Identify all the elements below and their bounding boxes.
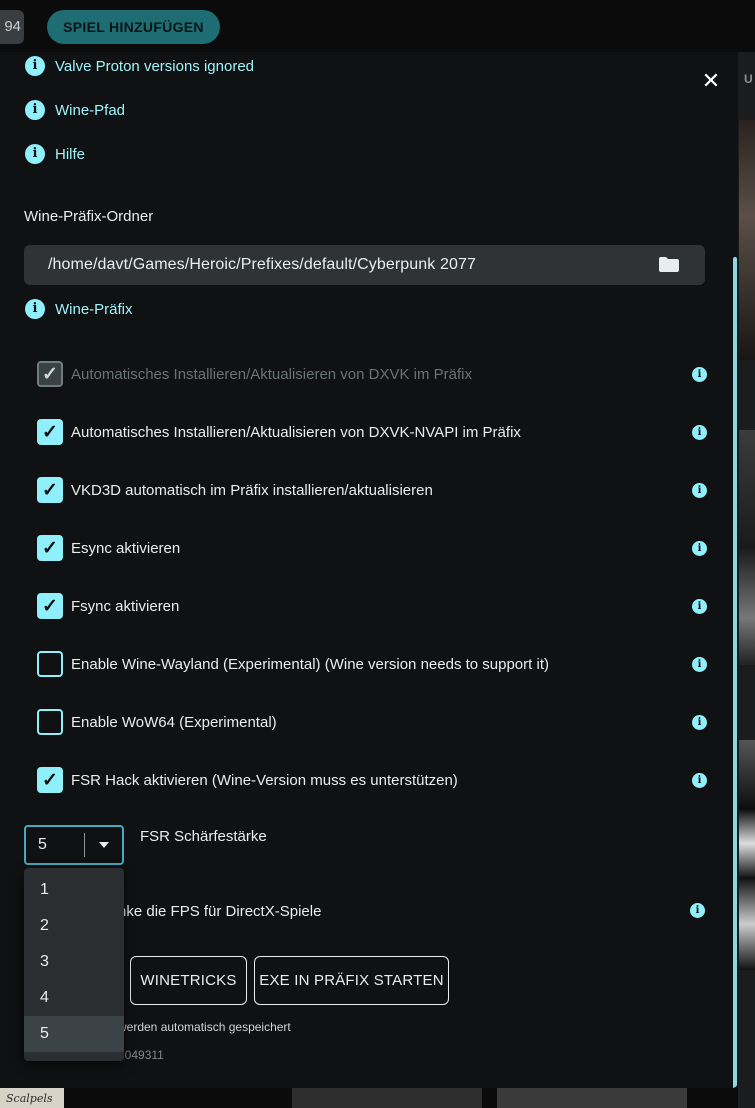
info-icon: i (25, 56, 45, 76)
chevron-down-icon[interactable] (99, 842, 109, 848)
info-link-wine-prefix[interactable]: i Wine-Präfix (25, 298, 133, 320)
checkbox[interactable]: ✓ (37, 477, 63, 503)
checkmark-icon: ✓ (42, 769, 58, 791)
checkbox-label: Automatisches Installieren/Aktualisieren… (71, 365, 473, 383)
checkbox-label: Enable Wine-Wayland (Experimental) (Wine… (71, 655, 549, 673)
info-link-proton-ignored[interactable]: i Valve Proton versions ignored (25, 55, 254, 77)
checkbox[interactable] (37, 651, 63, 677)
fsr-sharpness-dropdown-menu: 1 2 3 4 5 (24, 868, 124, 1061)
game-cover-image[interactable] (292, 1088, 482, 1108)
checkbox[interactable]: ✓ (37, 361, 63, 387)
cover-title: Scalpels (6, 1092, 53, 1105)
game-cover-image[interactable] (497, 1088, 687, 1108)
checkmark-icon: ✓ (42, 421, 58, 443)
checkbox-label: Esync aktivieren (71, 539, 181, 557)
info-icon: i (25, 100, 45, 120)
info-icon[interactable]: i (692, 424, 707, 440)
info-icon[interactable]: i (690, 903, 705, 918)
version-text: 3049311 (118, 1048, 164, 1062)
info-icon[interactable]: i (692, 540, 707, 556)
checkbox-row-dxvk-nvapi[interactable]: ✓ Automatisches Installieren/Aktualisier… (37, 419, 707, 445)
right-edge-label: U (744, 72, 753, 86)
info-icon[interactable]: i (692, 598, 707, 614)
checkbox-label: Fsync aktivieren (71, 597, 180, 615)
info-icon[interactable]: i (692, 656, 707, 672)
checkbox[interactable]: ✓ (37, 419, 63, 445)
checkbox-row-fsync[interactable]: ✓ Fsync aktivieren i (37, 593, 707, 619)
select-value: 5 (38, 836, 47, 853)
prefix-folder-label: Wine-Präfix-Ordner (24, 208, 154, 225)
info-icon[interactable]: i (692, 772, 707, 788)
winetricks-button[interactable]: WINETRICKS (130, 956, 247, 1005)
checkmark-icon: ✓ (42, 537, 58, 559)
info-icon[interactable]: i (692, 482, 707, 498)
folder-icon[interactable] (659, 257, 679, 272)
add-game-button[interactable]: SPIEL HINZUFÜGEN (47, 10, 220, 44)
checkbox-label: Enable WoW64 (Experimental) (71, 713, 277, 731)
info-link-label: Valve Proton versions ignored (55, 57, 254, 75)
game-cover-image[interactable] (739, 120, 755, 360)
checkbox[interactable]: ✓ (37, 535, 63, 561)
checkbox-row-wine-wayland[interactable]: Enable Wine-Wayland (Experimental) (Wine… (37, 651, 707, 677)
checkbox[interactable]: ✓ (37, 593, 63, 619)
checkbox-row-fsr-hack[interactable]: ✓ FSR Hack aktivieren (Wine-Version muss… (37, 767, 707, 793)
dropdown-option[interactable]: 2 (24, 908, 124, 944)
checkbox-label: Automatisches Installieren/Aktualisieren… (71, 423, 521, 441)
fsr-sharpness-label: FSR Schärfestärke (140, 828, 267, 845)
prefix-path-field[interactable]: /home/davt/Games/Heroic/Prefixes/default… (24, 245, 705, 285)
info-icon: i (25, 144, 45, 164)
limit-fps-label: nke die FPS für DirectX-Spiele (118, 903, 322, 920)
autosave-hint: werden automatisch gespeichert (118, 1020, 291, 1034)
fsr-sharpness-select[interactable]: 5 (24, 825, 124, 865)
info-link-label: Wine-Pfad (55, 101, 126, 119)
dropdown-option[interactable]: 3 (24, 944, 124, 980)
count-badge: 94 (0, 10, 24, 44)
dropdown-option[interactable]: 4 (24, 980, 124, 1016)
info-link-help[interactable]: i Hilfe (25, 143, 85, 165)
game-cover-image[interactable] (739, 430, 755, 665)
info-link-label: Wine-Präfix (55, 300, 133, 318)
run-exe-in-prefix-button[interactable]: EXE IN PRÄFIX STARTEN (254, 956, 449, 1005)
select-divider (84, 833, 85, 857)
checkbox[interactable] (37, 709, 63, 735)
scrollbar[interactable] (733, 257, 737, 1088)
game-cover-image[interactable]: Scalpels (0, 1088, 64, 1108)
info-icon[interactable]: i (692, 714, 707, 730)
info-link-wine-path[interactable]: i Wine-Pfad (25, 99, 125, 121)
dropdown-option[interactable]: 1 (24, 872, 124, 908)
close-icon[interactable]: ✕ (700, 70, 722, 92)
checkmark-icon: ✓ (42, 363, 58, 385)
checkmark-icon: ✓ (42, 595, 58, 617)
dropdown-option-selected[interactable]: 5 (24, 1016, 124, 1052)
info-icon: i (25, 299, 45, 319)
checkbox-label: VKD3D automatisch im Präfix installieren… (71, 481, 433, 499)
game-cover-image[interactable] (739, 740, 755, 970)
checkbox-row-wow64[interactable]: Enable WoW64 (Experimental) i (37, 709, 707, 735)
info-link-label: Hilfe (55, 145, 86, 163)
checkbox-row-dxvk[interactable]: ✓ Automatisches Installieren/Aktualisier… (37, 361, 707, 387)
checkmark-icon: ✓ (42, 479, 58, 501)
info-icon[interactable]: i (692, 366, 707, 382)
checkbox-row-vkd3d[interactable]: ✓ VKD3D automatisch im Präfix installier… (37, 477, 707, 503)
checkbox-row-esync[interactable]: ✓ Esync aktivieren i (37, 535, 707, 561)
checkbox[interactable]: ✓ (37, 767, 63, 793)
checkbox-label: FSR Hack aktivieren (Wine-Version muss e… (71, 771, 458, 789)
prefix-path-value: /home/davt/Games/Heroic/Prefixes/default… (48, 256, 476, 273)
